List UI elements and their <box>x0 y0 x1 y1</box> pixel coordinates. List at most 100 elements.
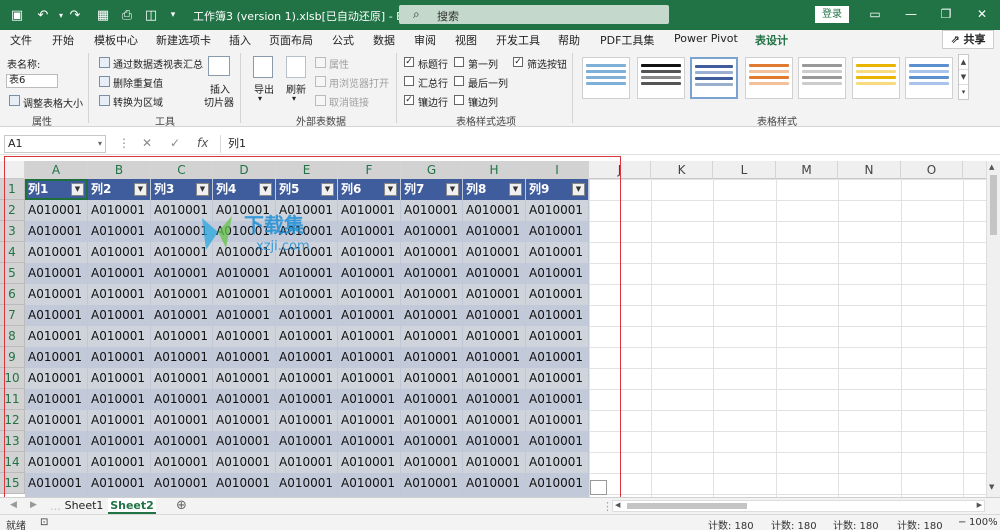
table-cell[interactable]: A010001 <box>401 305 463 326</box>
export-button[interactable]: 导出 <box>254 81 274 96</box>
sheet-tab-sheet1[interactable]: Sheet1 <box>62 498 106 514</box>
table-cell[interactable]: A010001 <box>401 242 463 263</box>
table-cell[interactable]: A010001 <box>213 389 276 410</box>
table-cell[interactable]: A010001 <box>338 347 401 368</box>
scroll-down-icon[interactable]: ▼ <box>989 483 994 491</box>
filter-dropdown-icon[interactable]: ▼ <box>572 183 585 196</box>
table-cell[interactable]: A010001 <box>526 200 589 221</box>
vertical-scrollbar[interactable]: ▲ ▼ <box>986 161 1000 497</box>
table-cell[interactable]: A010001 <box>276 326 338 347</box>
table-cell[interactable]: A010001 <box>401 410 463 431</box>
name-box-dropdown-icon[interactable]: ▾ <box>98 136 102 152</box>
table-cell[interactable]: A010001 <box>88 221 151 242</box>
table-cell[interactable]: A010001 <box>463 242 526 263</box>
row-header-4[interactable]: 4 <box>0 242 25 263</box>
table-cell[interactable]: A010001 <box>88 368 151 389</box>
table-cell[interactable]: A010001 <box>151 242 213 263</box>
tab-review[interactable]: 审阅 <box>414 32 436 48</box>
refresh-icon[interactable] <box>286 56 306 78</box>
table-cell[interactable]: A010001 <box>213 431 276 452</box>
table-cell[interactable]: A010001 <box>213 452 276 473</box>
table-cell[interactable]: A010001 <box>463 347 526 368</box>
filter-dropdown-icon[interactable]: ▼ <box>384 183 397 196</box>
table-cell[interactable]: A010001 <box>401 368 463 389</box>
table-cell[interactable]: A010001 <box>526 452 589 473</box>
row-header-12[interactable]: 12 <box>0 410 25 431</box>
column-header-a[interactable]: A <box>25 161 88 179</box>
table-cell[interactable]: A010001 <box>213 410 276 431</box>
tab-view[interactable]: 视图 <box>455 32 477 48</box>
row-header-15[interactable]: 15 <box>0 473 25 494</box>
table-cell[interactable]: A010001 <box>213 242 276 263</box>
table-cell[interactable]: A010001 <box>276 410 338 431</box>
table-cell[interactable]: A010001 <box>276 452 338 473</box>
table-cell[interactable]: A010001 <box>526 284 589 305</box>
save-icon[interactable]: ▣ <box>8 6 26 24</box>
scroll-up-icon[interactable]: ▲ <box>989 163 994 171</box>
filter-dropdown-icon[interactable]: ▼ <box>259 183 272 196</box>
table-cell[interactable]: A010001 <box>463 200 526 221</box>
sheet-tab-sheet2[interactable]: Sheet2 <box>108 498 156 514</box>
pivot-summary-button[interactable]: 通过数据透视表汇总 <box>113 56 203 71</box>
table-cell[interactable]: A010001 <box>25 305 88 326</box>
filter-dropdown-icon[interactable]: ▼ <box>321 183 334 196</box>
table-cell[interactable]: A010001 <box>151 389 213 410</box>
row-header-5[interactable]: 5 <box>0 263 25 284</box>
table-cell[interactable]: A010001 <box>276 263 338 284</box>
add-sheet-icon[interactable]: ⊕ <box>176 498 187 513</box>
quick-analysis-icon[interactable] <box>590 480 607 495</box>
table-cell[interactable]: A010001 <box>338 284 401 305</box>
ribbon-display-icon[interactable]: ▭ <box>867 6 883 22</box>
column-header-o[interactable]: O <box>901 161 963 179</box>
name-box[interactable]: A1 ▾ <box>4 135 106 153</box>
table-cell[interactable]: A010001 <box>338 263 401 284</box>
column-header-h[interactable]: H <box>463 161 526 179</box>
banded-columns-checkbox[interactable] <box>454 95 464 105</box>
gallery-more-icon[interactable]: ▾ <box>959 85 968 100</box>
table-cell[interactable]: A010001 <box>276 242 338 263</box>
table-cell[interactable]: A010001 <box>88 200 151 221</box>
row-header-8[interactable]: 8 <box>0 326 25 347</box>
table-cell[interactable]: A010001 <box>338 368 401 389</box>
scroll-left-icon[interactable]: ◀ <box>615 501 620 509</box>
filter-dropdown-icon[interactable]: ▼ <box>134 183 147 196</box>
table-cell[interactable]: A010001 <box>401 263 463 284</box>
export-dropdown-icon[interactable]: ▾ <box>258 94 262 103</box>
share-button[interactable]: ⇗ 共享 <box>942 30 994 49</box>
zoom-level[interactable]: 100% <box>969 517 998 528</box>
table-cell[interactable]: A010001 <box>276 200 338 221</box>
table-cell[interactable]: A010001 <box>88 410 151 431</box>
table-cell[interactable]: A010001 <box>338 221 401 242</box>
row-header-3[interactable]: 3 <box>0 221 25 242</box>
table-cell[interactable]: A010001 <box>463 284 526 305</box>
table-cell[interactable]: A010001 <box>526 410 589 431</box>
table-cell[interactable]: A010001 <box>25 326 88 347</box>
table-cell[interactable]: A010001 <box>276 347 338 368</box>
table-cell[interactable]: A010001 <box>526 326 589 347</box>
column-header-i[interactable]: I <box>526 161 589 179</box>
zoom-out-icon[interactable]: − <box>958 517 966 528</box>
column-header-k[interactable]: K <box>651 161 713 179</box>
table-cell[interactable]: A010001 <box>463 368 526 389</box>
table-cell[interactable]: A010001 <box>338 431 401 452</box>
table-cell[interactable]: A010001 <box>88 452 151 473</box>
column-header-d[interactable]: D <box>213 161 276 179</box>
table-cell[interactable]: A010001 <box>213 200 276 221</box>
table-cell[interactable]: A010001 <box>151 473 213 494</box>
scroll-right-icon[interactable]: ▶ <box>977 501 982 509</box>
table-cell[interactable]: A010001 <box>338 326 401 347</box>
export-icon[interactable] <box>253 56 273 78</box>
table-cell[interactable]: A010001 <box>463 473 526 494</box>
cancel-icon[interactable]: ✕ <box>142 136 152 150</box>
formula-input[interactable]: 列1 <box>220 135 996 153</box>
resize-table-button[interactable]: 调整表格大小 <box>23 95 83 110</box>
table-cell[interactable]: A010001 <box>401 473 463 494</box>
close-icon[interactable]: ✕ <box>974 6 990 22</box>
table-cell[interactable]: A010001 <box>25 410 88 431</box>
table-header-cell[interactable]: 列7 ▼ <box>401 179 463 200</box>
table-cell[interactable]: A010001 <box>338 473 401 494</box>
table-style-swatch[interactable] <box>745 57 793 99</box>
table-cell[interactable]: A010001 <box>526 263 589 284</box>
table-cell[interactable]: A010001 <box>151 410 213 431</box>
table-cell[interactable]: A010001 <box>151 305 213 326</box>
